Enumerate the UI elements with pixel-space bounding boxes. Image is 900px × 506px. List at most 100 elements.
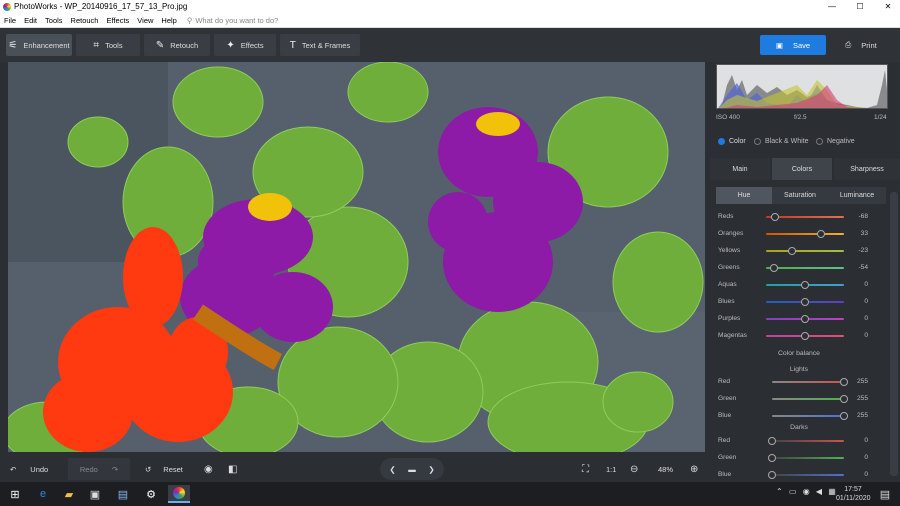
close-button[interactable]: ✕ (876, 0, 900, 13)
reset-button[interactable]: ↺ Reset (145, 458, 183, 480)
slider-value: -23 (858, 247, 868, 254)
search-icon: ⚲ (186, 15, 193, 25)
text-icon: T (289, 39, 296, 51)
radio-color[interactable]: Color (718, 138, 746, 145)
darks-red-slider-handle[interactable] (768, 437, 776, 445)
darks-green-slider-track[interactable] (772, 457, 844, 459)
aquas-slider-handle[interactable] (801, 281, 809, 289)
slider-label: Red (718, 378, 731, 385)
yellows-slider-handle[interactable] (787, 247, 796, 255)
folder-icon[interactable]: ▬ (408, 465, 416, 474)
system-tray-icons[interactable]: ⌃ ▭ ◉ ◀ ▦ (776, 487, 838, 496)
subtab-hue[interactable]: Hue (716, 187, 772, 204)
tab-effects[interactable]: ✦ Effects (214, 34, 276, 56)
tab-main[interactable]: Main (710, 158, 770, 180)
tab-sharpness[interactable]: Sharpness (834, 158, 900, 180)
photo-canvas[interactable] (8, 62, 705, 452)
app-logo-icon (3, 2, 11, 11)
darks-red-slider-row: Red 0 (718, 434, 868, 448)
notifications-icon[interactable]: ▤ (874, 485, 896, 503)
slider-label: Aquas (718, 281, 737, 288)
slider-value: 0 (864, 298, 868, 305)
lights-blue-slider-track[interactable] (772, 415, 844, 417)
menu-tools[interactable]: Tools (41, 16, 67, 25)
actual-size-button[interactable]: 1:1 (606, 458, 616, 480)
subtab-luminance[interactable]: Luminance (828, 187, 886, 204)
panel-scrollbar[interactable] (890, 192, 898, 476)
darks-red-slider-track[interactable] (772, 440, 844, 442)
radio-dot (816, 138, 823, 145)
document-app-icon[interactable]: ▤ (112, 485, 134, 503)
menu-retouch[interactable]: Retouch (67, 16, 103, 25)
minimize-button[interactable]: — (820, 0, 844, 13)
redo-button[interactable]: Redo ↷ (68, 458, 130, 480)
radio-dot (754, 138, 761, 145)
zoom-in-icon[interactable]: ⊕ (690, 458, 698, 480)
clock-date: 01/11/2020 (836, 495, 871, 502)
adjustment-panel: ISO 400 f/2.5 1/24 Color Black & White N… (710, 62, 900, 480)
magentas-slider-handle[interactable] (801, 332, 809, 340)
tab-retouch[interactable]: ✎ Retouch (144, 34, 210, 56)
darks-blue-slider-track[interactable] (772, 474, 844, 476)
tab-enhancement[interactable]: ⚟ Enhancement (6, 34, 72, 56)
menu-view[interactable]: View (133, 16, 157, 25)
tab-label: Text & Frames (301, 40, 351, 50)
file-explorer-icon[interactable]: ▰ (58, 485, 80, 503)
maximize-button[interactable]: ☐ (848, 0, 872, 13)
compare-icon[interactable]: ◧ (228, 458, 237, 480)
purples-slider-handle[interactable] (801, 315, 809, 323)
menu-help[interactable]: Help (157, 16, 180, 25)
tab-colors[interactable]: Colors (772, 158, 832, 180)
shutter-readout: 1/24 (874, 114, 887, 121)
slider-value: 0 (864, 315, 868, 322)
settings-gear-icon[interactable]: ⚙ (140, 485, 162, 503)
histogram (716, 64, 888, 109)
search-input[interactable]: What do you want to do? (195, 16, 278, 25)
radio-label: Black & White (765, 138, 809, 145)
slider-value: 0 (864, 281, 868, 288)
menu-edit[interactable]: Edit (20, 16, 41, 25)
eye-icon[interactable]: ◉ (204, 458, 213, 480)
slider-label: Green (718, 454, 737, 461)
save-button[interactable]: ▣ Save (760, 35, 826, 55)
menu-file[interactable]: File (0, 16, 20, 25)
yellows-slider-track[interactable] (766, 250, 844, 252)
reds-slider-row: Reds -68 (718, 210, 868, 224)
radio-negative[interactable]: Negative (816, 138, 855, 145)
greens-slider-handle[interactable] (769, 264, 778, 272)
fit-screen-icon[interactable]: ⛶ (582, 458, 589, 480)
undo-label: Undo (30, 464, 49, 474)
undo-button[interactable]: ↶ Undo (10, 458, 48, 480)
clock-time: 17:57 (844, 486, 862, 493)
reds-slider-handle[interactable] (771, 213, 780, 221)
blues-slider-handle[interactable] (801, 298, 809, 306)
oranges-slider-track[interactable] (766, 233, 844, 235)
slider-value: 255 (856, 412, 868, 419)
darks-green-slider-handle[interactable] (768, 454, 776, 462)
radio-black-white[interactable]: Black & White (754, 138, 809, 145)
oranges-slider-handle[interactable] (816, 230, 825, 238)
store-icon[interactable]: ▣ (84, 485, 106, 503)
prev-image-icon[interactable]: ❮ (389, 465, 395, 474)
slider-value: 255 (856, 395, 868, 402)
zoom-level: 48% (658, 464, 674, 474)
windows-start-icon[interactable]: ⊞ (4, 485, 26, 503)
redo-icon: ↷ (111, 464, 119, 474)
zoom-out-icon[interactable]: ⊖ (630, 458, 638, 480)
photoworks-taskbar-icon[interactable] (168, 485, 190, 503)
slider-value: -54 (858, 264, 868, 271)
menu-effects[interactable]: Effects (102, 16, 133, 25)
darks-blue-slider-handle[interactable] (768, 471, 776, 479)
tab-text-frames[interactable]: T Text & Frames (280, 34, 360, 56)
lights-red-slider-row: Red 255 (718, 375, 868, 389)
search-box[interactable]: ⚲ What do you want to do? (187, 16, 278, 25)
lights-green-slider-track[interactable] (772, 398, 844, 400)
next-image-icon[interactable]: ❯ (428, 465, 434, 474)
clock[interactable]: 17:57 01/11/2020 (836, 485, 871, 503)
edge-browser-icon[interactable]: e (32, 485, 54, 503)
subtab-saturation[interactable]: Saturation (772, 187, 828, 204)
lights-red-slider-track[interactable] (772, 381, 844, 383)
print-button[interactable]: ⎙ Print (830, 35, 892, 55)
tab-tools[interactable]: ⌗ Tools (76, 34, 140, 56)
darks-title: Darks (790, 424, 808, 431)
